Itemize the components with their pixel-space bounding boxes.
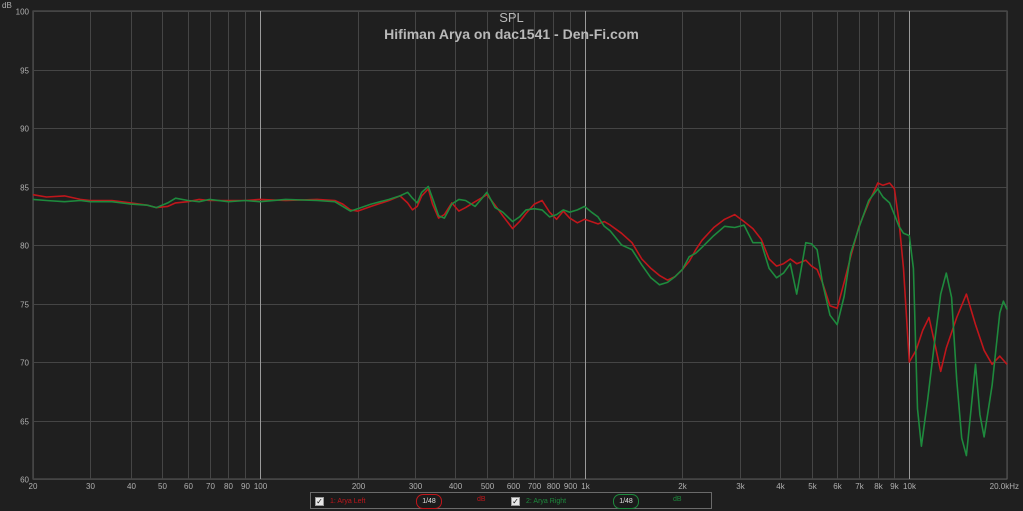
x-tick-label: 20.0kHz bbox=[990, 482, 1019, 491]
x-tick-label: 600 bbox=[507, 482, 521, 491]
y-tick-label: 65 bbox=[20, 418, 29, 427]
y-tick-label: 90 bbox=[20, 125, 29, 134]
legend-left-unit: dB bbox=[477, 496, 486, 503]
x-tick-label: 6k bbox=[833, 482, 842, 491]
x-tick-label: 80 bbox=[224, 482, 233, 491]
legend-right-smoothing[interactable]: 1/48 bbox=[613, 494, 639, 509]
x-tick-label: 700 bbox=[528, 482, 542, 491]
y-tick-label: 75 bbox=[20, 301, 29, 310]
legend-right-label: 2: Arya Right bbox=[526, 497, 567, 505]
y-tick-label: 70 bbox=[20, 359, 29, 368]
chart-subtitle: Hifiman Arya on dac1541 - Den-Fi.com bbox=[384, 26, 639, 42]
y-tick-label: 80 bbox=[20, 242, 29, 251]
x-tick-label: 5k bbox=[808, 482, 817, 491]
chart-title: SPL bbox=[499, 10, 524, 25]
y-tick-label: 85 bbox=[20, 184, 29, 193]
x-tick-label: 90 bbox=[241, 482, 250, 491]
legend: ✓ 1: Arya Left 1/48 dB ✓ 2: Arya Right 1… bbox=[310, 492, 712, 509]
x-tick-label: 70 bbox=[206, 482, 215, 491]
x-tick-label: 20 bbox=[29, 482, 38, 491]
x-tick-label: 40 bbox=[127, 482, 136, 491]
legend-left-checkbox[interactable]: ✓ bbox=[315, 496, 324, 506]
x-tick-label: 10k bbox=[903, 482, 917, 491]
x-tick-label: 7k bbox=[855, 482, 864, 491]
legend-right-unit: dB bbox=[673, 496, 682, 503]
series-line-arya-left bbox=[32, 182, 1008, 373]
grid bbox=[32, 10, 1008, 480]
series bbox=[32, 182, 1008, 457]
legend-item-left[interactable]: ✓ 1: Arya Left bbox=[315, 495, 365, 507]
legend-left-label: 1: Arya Left bbox=[330, 497, 366, 505]
y-axis-unit-label: dB bbox=[2, 1, 12, 10]
x-tick-label: 900 bbox=[564, 482, 578, 491]
x-tick-label: 60 bbox=[184, 482, 193, 491]
x-tick-label: 200 bbox=[352, 482, 366, 491]
x-tick-label: 4k bbox=[776, 482, 785, 491]
x-tick-label: 400 bbox=[449, 482, 463, 491]
legend-right-checkbox[interactable]: ✓ bbox=[511, 496, 520, 506]
x-tick-label: 100 bbox=[254, 482, 268, 491]
x-tick-label: 50 bbox=[158, 482, 167, 491]
axis-ticks: 606570758085909510020 30 40 50 60 70 80 90 100 20… bbox=[16, 8, 1019, 492]
x-tick-label: 30 bbox=[86, 482, 95, 491]
x-tick-label: 500 bbox=[481, 482, 495, 491]
x-tick-label: 300 bbox=[409, 482, 423, 491]
x-tick-label: 8k bbox=[874, 482, 883, 491]
x-tick-label: 3k bbox=[736, 482, 745, 491]
spl-chart: 606570758085909510020 30 40 50 60 70 80 90 100 20… bbox=[2, 1, 1019, 492]
x-tick-label: 800 bbox=[547, 482, 561, 491]
legend-left-smoothing[interactable]: 1/48 bbox=[416, 494, 442, 509]
series-line-arya-right bbox=[32, 185, 1008, 457]
x-tick-label: 2k bbox=[678, 482, 687, 491]
x-tick-label: 9k bbox=[890, 482, 899, 491]
legend-item-right[interactable]: ✓ 2: Arya Right bbox=[511, 495, 566, 507]
y-tick-label: 95 bbox=[20, 67, 29, 76]
x-tick-label: 1k bbox=[581, 482, 590, 491]
